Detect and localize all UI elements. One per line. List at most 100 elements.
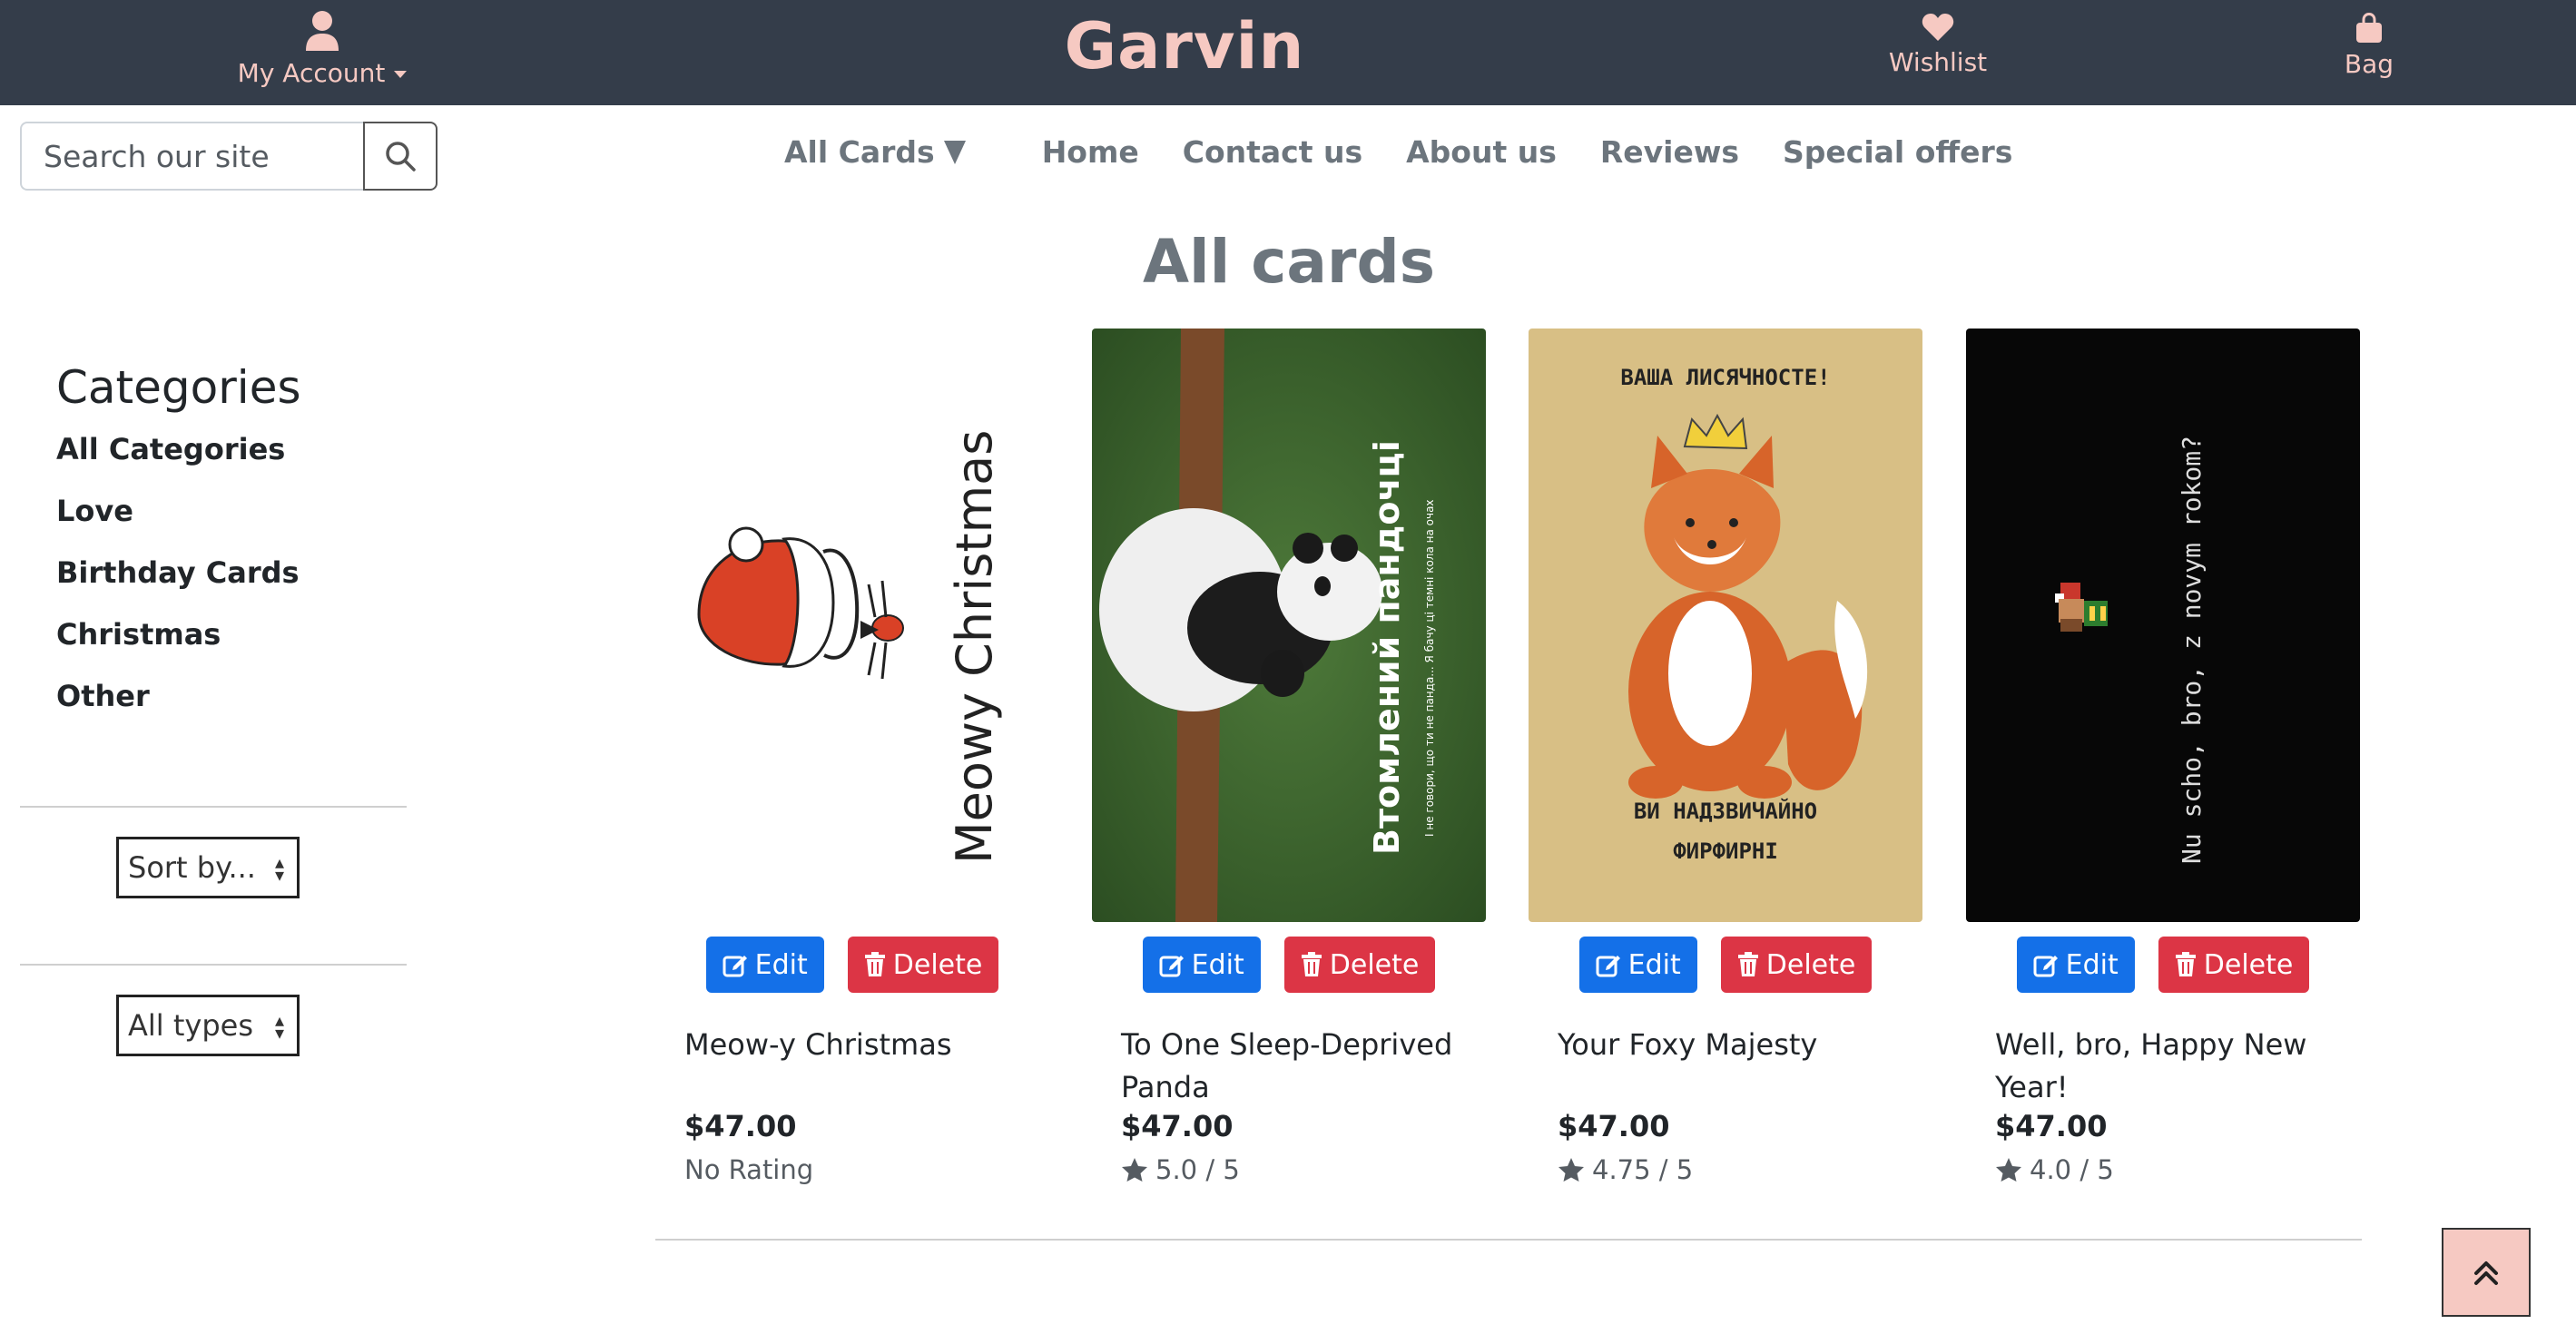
card-price: $47.00 — [1121, 1109, 1234, 1143]
search-icon — [386, 142, 416, 172]
edit-button[interactable]: Edit — [1142, 937, 1261, 993]
card-rating: 4.75 / 5 — [1558, 1154, 1922, 1185]
nav-reviews[interactable]: Reviews — [1600, 134, 1739, 170]
star-icon — [1558, 1158, 1584, 1182]
card-image-caption-bottom-1: ВИ НАДЗВИЧАЙНО — [1634, 798, 1817, 824]
card-rating: 5.0 / 5 — [1121, 1154, 1486, 1185]
star-icon — [1996, 1158, 2021, 1182]
delete-label: Delete — [2203, 948, 2294, 981]
trash-icon — [2175, 952, 2196, 976]
trash-icon — [1737, 952, 1758, 976]
card-image-caption-top: ВАША ЛИСЯЧНОСТЕ! — [1620, 365, 1830, 390]
type-select[interactable]: All types ▴ ▾ — [116, 995, 300, 1056]
edit-icon — [1159, 956, 1184, 977]
category-love[interactable]: Love — [56, 494, 300, 555]
star-icon — [1122, 1158, 1147, 1182]
category-other[interactable]: Other — [56, 679, 300, 741]
nav-about-us[interactable]: About us — [1406, 134, 1557, 170]
my-account-label: My Account — [237, 58, 386, 88]
search-button[interactable] — [363, 122, 438, 191]
divider — [20, 964, 407, 966]
card-image-meowy-christmas[interactable]: Meowy Christmas — [655, 329, 1049, 922]
card-name[interactable]: Meow-y Christmas — [684, 1024, 1057, 1109]
panda-illustration: Втомлений пандочці І не говори, що ти не… — [1092, 329, 1486, 922]
delete-button[interactable]: Delete — [2158, 937, 2310, 993]
card-price: $47.00 — [1558, 1109, 1670, 1143]
card-rating: 4.0 / 5 — [1995, 1154, 2360, 1185]
back-to-top-button[interactable] — [2442, 1228, 2531, 1317]
search-input[interactable] — [20, 122, 363, 191]
my-account-dropdown[interactable]: My Account — [218, 9, 427, 88]
search-form — [20, 122, 438, 191]
trash-icon — [1301, 952, 1322, 976]
nav-home[interactable]: Home — [1042, 134, 1139, 170]
page-title: All cards — [1142, 227, 1436, 297]
card-name[interactable]: Well, bro, Happy New Year! — [1995, 1024, 2367, 1109]
card-image-caption: Nu scho, bro, z novym rokom? — [2177, 436, 2207, 864]
category-list: All Categories Love Birthday Cards Chris… — [56, 432, 300, 741]
category-christmas[interactable]: Christmas — [56, 617, 300, 679]
rating-text: 5.0 / 5 — [1155, 1154, 1240, 1185]
edit-label: Edit — [1191, 948, 1244, 981]
product-card: Nu scho, bro, z novym rokom? Edit Delete… — [1966, 329, 2360, 1185]
edit-button[interactable]: Edit — [1578, 937, 1697, 993]
sort-select[interactable]: Sort by... ▴ ▾ — [116, 837, 300, 898]
select-arrows-icon: ▴ ▾ — [274, 1009, 284, 1044]
card-image-caption: Втомлений пандочці — [1367, 440, 1407, 855]
rating-text: 4.75 / 5 — [1592, 1154, 1694, 1185]
bag-icon — [2356, 12, 2382, 43]
card-image-fox[interactable]: ВАША ЛИСЯЧНОСТЕ! ВИ НАДЗВИЧАЙНО ФИРФИРНІ — [1529, 329, 1922, 922]
delete-button[interactable]: Delete — [1283, 937, 1436, 993]
main-nav: All Cards Home Contact us About us Revie… — [784, 134, 2056, 170]
divider — [20, 806, 407, 808]
double-chevron-up-icon — [2474, 1261, 2498, 1285]
delete-button[interactable]: Delete — [847, 937, 999, 993]
meowy-christmas-illustration: Meowy Christmas — [655, 329, 1049, 922]
delete-label: Delete — [1765, 948, 1856, 981]
nav-all-cards-dropdown[interactable]: All Cards — [784, 134, 966, 170]
edit-label: Edit — [754, 948, 808, 981]
bag-link[interactable]: Bag — [2324, 12, 2414, 79]
product-card: ВАША ЛИСЯЧНОСТЕ! ВИ НАДЗВИЧАЙНО ФИРФИРНІ… — [1529, 329, 1922, 1185]
delete-button[interactable]: Delete — [1720, 937, 1873, 993]
product-card: Meowy Christmas Edit Delete Meow-y Chris… — [655, 329, 1049, 1185]
heart-icon — [1922, 14, 1954, 41]
edit-icon — [723, 956, 747, 977]
card-image-caption-bottom-2: ФИРФИРНІ — [1673, 839, 1778, 864]
type-select-value: All types — [128, 1008, 253, 1043]
wishlist-label: Wishlist — [1888, 47, 1988, 77]
select-arrows-icon: ▴ ▾ — [274, 851, 284, 886]
fox-illustration: ВАША ЛИСЯЧНОСТЕ! ВИ НАДЗВИЧАЙНО ФИРФИРНІ — [1529, 329, 1922, 922]
delete-label: Delete — [892, 948, 983, 981]
wishlist-link[interactable]: Wishlist — [1879, 13, 1997, 77]
caret-down-icon — [394, 71, 408, 78]
card-rating: No Rating — [684, 1154, 1049, 1185]
edit-label: Edit — [1627, 948, 1681, 981]
trash-icon — [864, 952, 885, 976]
edit-button[interactable]: Edit — [2016, 937, 2135, 993]
card-price: $47.00 — [1995, 1109, 2108, 1143]
user-icon — [306, 11, 339, 51]
card-image-bro[interactable]: Nu scho, bro, z novym rokom? — [1966, 329, 2360, 922]
card-image-panda[interactable]: Втомлений пандочці І не говори, що ти не… — [1092, 329, 1486, 922]
category-birthday[interactable]: Birthday Cards — [56, 555, 300, 617]
rating-text: 4.0 / 5 — [2030, 1154, 2114, 1185]
card-name[interactable]: Your Foxy Majesty — [1558, 1024, 1930, 1109]
card-image-subcaption: І не говори, що ти не панда... Я бачу ці… — [1423, 499, 1436, 837]
top-header: My Account Garvin Wishlist Bag — [0, 0, 2576, 105]
delete-label: Delete — [1329, 948, 1420, 981]
edit-button[interactable]: Edit — [705, 937, 824, 993]
card-price: $47.00 — [684, 1109, 797, 1143]
nav-contact-us[interactable]: Contact us — [1183, 134, 1362, 170]
edit-icon — [1596, 956, 1620, 977]
pixel-bro-illustration: Nu scho, bro, z novym rokom? — [1966, 329, 2360, 922]
card-name[interactable]: To One Sleep-Deprived Panda — [1121, 1024, 1493, 1109]
triangle-down-icon — [943, 141, 966, 164]
edit-label: Edit — [2065, 948, 2119, 981]
brand-logo[interactable]: Garvin — [998, 9, 1371, 83]
nav-special-offers[interactable]: Special offers — [1783, 134, 2012, 170]
category-all[interactable]: All Categories — [56, 432, 300, 494]
divider — [655, 1239, 2362, 1241]
card-image-caption: Meowy Christmas — [946, 430, 1003, 864]
edit-icon — [2033, 956, 2058, 977]
